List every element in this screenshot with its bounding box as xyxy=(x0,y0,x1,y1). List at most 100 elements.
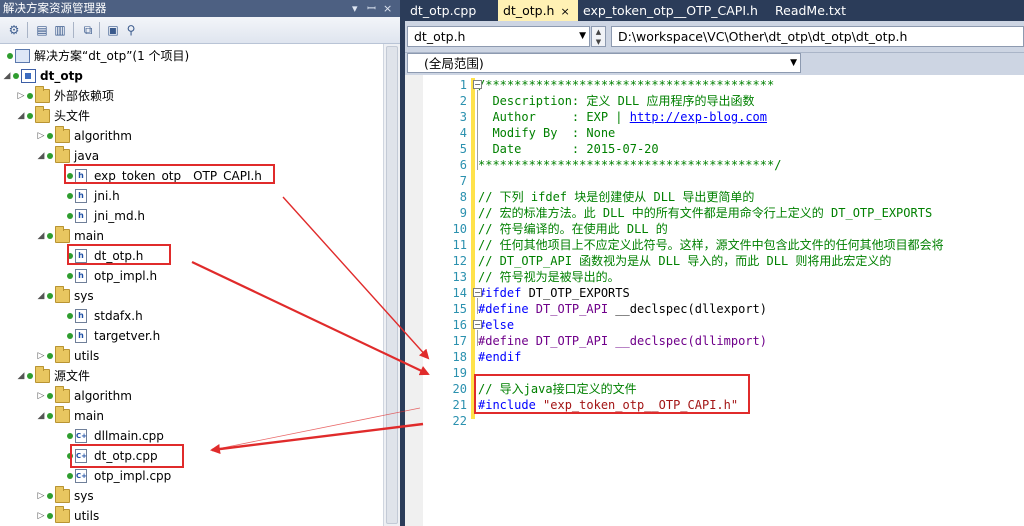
code-line[interactable]: #ifdef DT_OTP_EXPORTS xyxy=(478,285,630,301)
fold-toggle-icon[interactable]: − xyxy=(473,288,482,297)
class-view-icon[interactable]: ⚲ xyxy=(123,22,139,38)
code-token: #define xyxy=(478,302,529,316)
code-line[interactable]: #define DT_OTP_API __declspec(dllexport) xyxy=(478,301,767,317)
code-line[interactable]: /***************************************… xyxy=(478,77,774,93)
folder-icon xyxy=(55,346,70,363)
code-link[interactable]: http://exp-blog.com xyxy=(630,110,767,124)
expanded-toggle-icon[interactable]: ◢ xyxy=(36,286,46,306)
code-line[interactable]: #include "exp_token_otp__OTP_CAPI.h" xyxy=(478,397,738,413)
code-line[interactable]: // 任何其他项目上不应定义此符号。这样，源文件中包含此文件的任何其他项目都会将 xyxy=(478,237,944,253)
expanded-toggle-icon[interactable]: ◢ xyxy=(16,366,26,386)
collapsed-toggle-icon[interactable]: ▷ xyxy=(16,86,26,106)
tree-item[interactable]: C+ dt_otp.cpp xyxy=(0,446,383,466)
tree-item[interactable]: 解决方案“dt_otp”(1 个项目) xyxy=(0,46,383,66)
header-file-icon: h xyxy=(75,269,87,283)
collapsed-toggle-icon[interactable]: ▷ xyxy=(36,126,46,146)
code-line[interactable]: // DT_OTP_API 函数视为是从 DLL 导入的，而此 DLL 则将用此… xyxy=(478,253,891,269)
scope-combo[interactable]: (全局范围) ▼ xyxy=(407,53,801,73)
header-file-icon: h xyxy=(75,189,87,203)
code-line[interactable]: Author : EXP | http://exp-blog.com xyxy=(478,109,767,125)
tree-item[interactable]: ◢ sys xyxy=(0,286,383,306)
fold-toggle-icon[interactable]: − xyxy=(473,80,482,89)
code-line[interactable]: ****************************************… xyxy=(478,157,781,173)
scrollbar-thumb[interactable] xyxy=(386,46,398,524)
collapsed-toggle-icon[interactable]: ▷ xyxy=(36,506,46,526)
folder-icon xyxy=(55,506,70,523)
fold-toggle-icon[interactable]: − xyxy=(473,320,482,329)
tab-label: dt_otp.cpp xyxy=(410,3,477,18)
expanded-toggle-icon[interactable]: ◢ xyxy=(16,106,26,126)
file-combo[interactable]: dt_otp.h ▼ xyxy=(407,26,590,47)
code-line[interactable]: // 符号编译的。在使用此 DLL 的 xyxy=(478,221,668,237)
tree-item[interactable]: ◢ 源文件 xyxy=(0,366,383,386)
panel-dropdown-icon[interactable]: ▾ xyxy=(352,0,358,17)
code-line[interactable]: #else xyxy=(478,317,514,333)
tree-item[interactable]: ◢ 头文件 xyxy=(0,106,383,126)
selection-margin[interactable] xyxy=(405,75,423,526)
tree-item[interactable]: h dt_otp.h xyxy=(0,246,383,266)
code-editor[interactable]: /***************************************… xyxy=(405,75,1024,526)
show-all-files-icon[interactable]: ▤ xyxy=(34,22,50,38)
tab-exp-token-otp-capi-h[interactable]: exp_token_otp__OTP_CAPI.h xyxy=(578,0,768,21)
code-line[interactable]: // 下列 ifdef 块是创建使从 DLL 导出更简单的 xyxy=(478,189,754,205)
tree-item[interactable]: ▷ 外部依赖项 xyxy=(0,86,383,106)
collapsed-toggle-icon[interactable]: ▷ xyxy=(36,346,46,366)
tree-item[interactable]: ▷ utils xyxy=(0,506,383,526)
tree-item[interactable]: ◢ dt_otp xyxy=(0,66,383,86)
tree-item-label: dllmain.cpp xyxy=(94,429,164,443)
tree-item[interactable]: ◢ main xyxy=(0,406,383,426)
tree-item[interactable]: h jni.h xyxy=(0,186,383,206)
tree-item[interactable]: ▷ utils xyxy=(0,346,383,366)
tree-item[interactable]: C+ dllmain.cpp xyxy=(0,426,383,446)
code-line[interactable]: // 导入java接口定义的文件 xyxy=(478,381,637,397)
source-control-icon xyxy=(27,113,33,119)
source-control-icon xyxy=(47,353,53,359)
expanded-toggle-icon[interactable]: ◢ xyxy=(36,226,46,246)
cpp-file-icon: C+ xyxy=(75,429,87,443)
tree-item[interactable]: ▷ algorithm xyxy=(0,386,383,406)
expanded-toggle-icon[interactable]: ◢ xyxy=(36,146,46,166)
path-combo[interactable]: D:\workspace\VC\Other\dt_otp\dt_otp\dt_o… xyxy=(611,26,1024,47)
collapsed-toggle-icon[interactable]: ▷ xyxy=(36,486,46,506)
code-token: __declspec(dllexport) xyxy=(608,302,768,316)
tree-item-label: jni.h xyxy=(94,189,120,203)
file-combo-value: dt_otp.h xyxy=(414,29,466,44)
tab-close-icon[interactable]: × xyxy=(560,5,569,18)
properties-icon[interactable]: ⚙ xyxy=(6,22,22,38)
tab-readme-txt[interactable]: ReadMe.txt xyxy=(770,0,860,21)
tab-dt-otp-h[interactable]: dt_otp.h × xyxy=(498,0,578,21)
tree-scrollbar[interactable] xyxy=(383,44,400,526)
collapsed-toggle-icon[interactable]: ▷ xyxy=(36,386,46,406)
code-line[interactable]: Modify By : None xyxy=(478,125,615,141)
chevron-down-icon[interactable]: ▼ xyxy=(579,27,586,46)
tree-item[interactable]: h targetver.h xyxy=(0,326,383,346)
pin-icon[interactable]: ꟷ xyxy=(367,0,376,17)
tree-item[interactable]: ◢ main xyxy=(0,226,383,246)
tree-item[interactable]: h exp_token_otp__OTP_CAPI.h xyxy=(0,166,383,186)
tab-dt-otp-cpp[interactable]: dt_otp.cpp xyxy=(405,0,498,21)
expanded-toggle-icon[interactable]: ◢ xyxy=(2,66,12,86)
tree-item[interactable]: h otp_impl.h xyxy=(0,266,383,286)
tree-item[interactable]: C+ otp_impl.cpp xyxy=(0,466,383,486)
refresh-icon[interactable]: ▥ xyxy=(52,22,68,38)
tree-item[interactable]: h jni_md.h xyxy=(0,206,383,226)
code-line[interactable]: #endif xyxy=(478,349,521,365)
view-designer-icon[interactable]: ▣ xyxy=(105,22,121,38)
view-code-icon[interactable]: ⧉ xyxy=(80,22,96,38)
tree-item[interactable]: ▷ algorithm xyxy=(0,126,383,146)
panel-title-bar: 解决方案资源管理器 ▾ ꟷ × xyxy=(0,0,400,17)
close-icon[interactable]: × xyxy=(383,0,392,17)
chevron-down-icon[interactable]: ▼ xyxy=(790,54,797,72)
spin-arrows-icon[interactable]: ▲ ▼ xyxy=(591,26,606,47)
source-control-icon xyxy=(67,473,73,479)
folder-icon xyxy=(55,146,70,163)
expanded-toggle-icon[interactable]: ◢ xyxy=(36,406,46,426)
tree-item[interactable]: h stdafx.h xyxy=(0,306,383,326)
code-line[interactable]: Date : 2015-07-20 xyxy=(478,141,658,157)
code-line[interactable]: // 宏的标准方法。此 DLL 中的所有文件都是用命令行上定义的 DT_OTP_… xyxy=(478,205,932,221)
code-line[interactable]: Description: 定义 DLL 应用程序的导出函数 xyxy=(478,93,754,109)
code-line[interactable]: // 符号视为是被导出的。 xyxy=(478,269,620,285)
tree-item[interactable]: ◢ java xyxy=(0,146,383,166)
tree-item[interactable]: ▷ sys xyxy=(0,486,383,506)
code-line[interactable]: #define DT_OTP_API __declspec(dllimport) xyxy=(478,333,767,349)
